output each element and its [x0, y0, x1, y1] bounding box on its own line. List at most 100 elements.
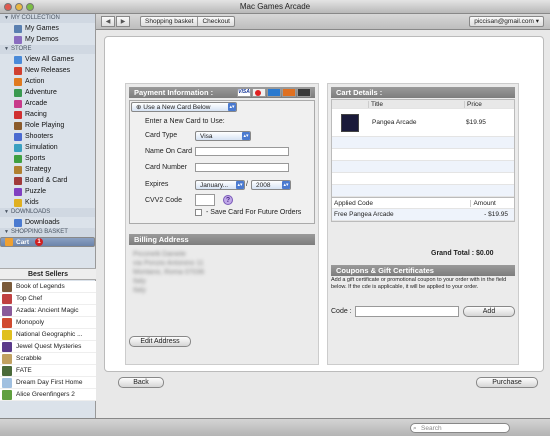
sidebar-item-store-6[interactable]: Role Playing: [0, 120, 95, 131]
card-logos-icon: VISA: [237, 88, 311, 97]
sidebar-item-store-7[interactable]: Shooters: [0, 131, 95, 142]
best-seller-item[interactable]: Dream Day First Home: [0, 377, 96, 389]
help-icon[interactable]: ?: [223, 195, 233, 205]
best-seller-item[interactable]: Alice Greenfingers 2: [0, 389, 96, 401]
sidebar-item-collection-0[interactable]: My Games: [0, 23, 95, 34]
sidebar-item-label: Cart: [16, 238, 30, 246]
sidebar-item-store-11[interactable]: Board & Card: [0, 175, 95, 186]
best-seller-item[interactable]: FATE: [0, 365, 96, 377]
card-number-label: Card Number: [145, 164, 188, 171]
sidebar-item-store-5[interactable]: Racing: [0, 109, 95, 120]
breadcrumb: Shopping basket Checkout: [140, 16, 235, 27]
game-thumbnail-icon: [2, 353, 12, 364]
disclosure-triangle-icon[interactable]: ▼: [4, 208, 9, 217]
sidebar-item-label: Racing: [25, 111, 47, 118]
save-card-label: - Save Card For Future Orders: [206, 209, 302, 216]
sidebar-item-store-12[interactable]: Puzzle: [0, 186, 95, 197]
sidebar-item-store-2[interactable]: Action: [0, 76, 95, 87]
sidebar-item-store-0[interactable]: View All Games: [0, 54, 95, 65]
sidebar-item-collection-1[interactable]: My Demos: [0, 34, 95, 45]
cart-count-badge: 1: [35, 238, 44, 246]
card-number-input[interactable]: [195, 163, 289, 172]
section-store[interactable]: ▼ STORE: [0, 45, 95, 54]
search-input[interactable]: ⌕ Search: [410, 423, 510, 433]
forward-nav-button[interactable]: ▶: [116, 16, 130, 27]
title-bar: Mac Games Arcade: [0, 0, 550, 14]
sidebar-item-store-8[interactable]: Simulation: [0, 142, 95, 153]
game-thumbnail-icon: [2, 365, 12, 376]
sidebar-item-store-1[interactable]: New Releases: [0, 65, 95, 76]
billing-address-line: via Ponzio Antonino 11: [133, 260, 204, 267]
close-window-button[interactable]: [4, 3, 12, 11]
sidebar-item-store-10[interactable]: Strategy: [0, 164, 95, 175]
app-window: Mac Games Arcade ▼ MY COLLECTION My Games…: [0, 0, 550, 436]
sidebar-item-label: Adventure: [25, 89, 57, 96]
name-on-card-input[interactable]: [195, 147, 289, 156]
expiry-month-select[interactable]: January... ▴▾: [195, 180, 245, 190]
best-seller-item[interactable]: Azada: Ancient Magic: [0, 305, 96, 317]
sidebar-item-label: Arcade: [25, 100, 48, 107]
sidebar-item-store-4[interactable]: Arcade: [0, 98, 95, 109]
game-thumbnail-icon: [2, 341, 12, 352]
category-icon: [14, 88, 22, 97]
back-button[interactable]: Back: [118, 377, 164, 388]
sidebar-item-store-13[interactable]: Kids: [0, 197, 95, 208]
section-my-collection[interactable]: ▼ MY COLLECTION: [0, 14, 95, 23]
best-seller-item[interactable]: Scrabble: [0, 353, 96, 365]
disclosure-triangle-icon[interactable]: ▼: [4, 14, 9, 23]
best-seller-item[interactable]: Jewel Quest Mysteries: [0, 341, 96, 353]
expiry-year-select[interactable]: 2008 ▴▾: [251, 180, 291, 190]
card-source-select[interactable]: ⊕ Use a New Card Below ▴▾: [131, 102, 237, 112]
sidebar-item-label: Sports: [25, 155, 46, 162]
game-thumbnail-icon: [2, 389, 12, 400]
cart-item-row[interactable]: Pangea Arcade $19.95: [332, 109, 514, 137]
best-seller-label: Top Chef: [16, 295, 43, 302]
back-nav-button[interactable]: ◀: [101, 16, 115, 27]
disclosure-triangle-icon[interactable]: ▼: [4, 45, 9, 54]
breadcrumb-checkout[interactable]: Checkout: [197, 17, 233, 26]
card-type-select[interactable]: Visa ▴▾: [195, 131, 251, 141]
best-seller-item[interactable]: Monopoly: [0, 317, 96, 329]
best-seller-label: Monopoly: [16, 319, 45, 326]
sidebar-item-label: Role Playing: [25, 122, 65, 129]
sidebar-item-cart[interactable]: Cart 1: [0, 237, 95, 247]
category-icon: [14, 77, 22, 86]
cart-table-header: Title Price: [332, 100, 514, 109]
account-menu[interactable]: piccisan@gmail.com ▾: [469, 16, 544, 27]
sidebar-item-label: My Games: [25, 25, 59, 32]
sidebar-item-store-9[interactable]: Sports: [0, 153, 95, 164]
add-coupon-button[interactable]: Add: [463, 306, 515, 317]
game-thumbnail-icon: [2, 293, 12, 304]
best-seller-label: Azada: Ancient Magic: [16, 307, 79, 314]
expiry-separator: /: [246, 181, 248, 188]
cvv-input[interactable]: [195, 194, 215, 206]
best-seller-item[interactable]: Top Chef: [0, 293, 96, 305]
best-seller-item[interactable]: Book of Legends: [0, 281, 96, 293]
minimize-window-button[interactable]: [15, 3, 23, 11]
save-card-checkbox[interactable]: [195, 209, 202, 216]
best-seller-label: Alice Greenfingers 2: [16, 391, 75, 398]
purchase-button[interactable]: Purchase: [476, 377, 538, 388]
sidebar-item-label: Puzzle: [25, 188, 47, 195]
coupons-description: Add a gift certificate or promotional co…: [331, 277, 507, 290]
cart-icon: [5, 238, 13, 246]
game-thumbnail-icon: [2, 281, 12, 292]
category-icon: [14, 143, 22, 152]
expires-label: Expires: [145, 181, 169, 188]
breadcrumb-shopping-basket[interactable]: Shopping basket: [141, 17, 197, 26]
enter-card-label: Enter a New Card to Use:: [145, 118, 225, 125]
best-sellers-title: Best Sellers: [0, 268, 96, 280]
best-seller-item[interactable]: National Geographic ...: [0, 329, 96, 341]
game-thumbnail-icon: [2, 377, 12, 388]
section-shopping-basket[interactable]: ▼ SHOPPING BASKET: [0, 228, 95, 237]
zoom-window-button[interactable]: [26, 3, 34, 11]
sidebar-item-store-3[interactable]: Adventure: [0, 87, 95, 98]
section-downloads[interactable]: ▼ DOWNLOADS: [0, 208, 95, 217]
disclosure-triangle-icon[interactable]: ▼: [4, 228, 9, 237]
game-thumbnail-icon: [2, 317, 12, 328]
sidebar-item-downloads-0[interactable]: Downloads: [0, 217, 95, 228]
cart-table: Title Price Pangea Arcade $19.95 Applied…: [331, 99, 515, 222]
coupons-header: Coupons & Gift Certificates: [331, 265, 515, 276]
coupon-code-input[interactable]: [355, 306, 459, 317]
edit-address-button[interactable]: Edit Address: [129, 336, 191, 347]
